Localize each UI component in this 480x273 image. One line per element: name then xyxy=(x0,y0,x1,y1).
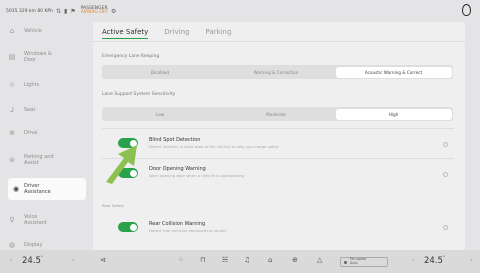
settings-panel: Active Safety Driving Parking Emergency … xyxy=(93,22,465,250)
display-icon: ◍ xyxy=(8,241,16,249)
music-icon[interactable]: ♫ xyxy=(244,256,250,264)
status-bar: 5035 329 km 80 KPh ⇅ ▮ ⚑ PASSENGER AIRBA… xyxy=(0,0,480,22)
network-icon: ⇅ xyxy=(56,7,62,15)
sidebar-item-vehicle[interactable]: ⌂ Vehicle xyxy=(0,26,88,36)
apps-icon[interactable]: ⁘ xyxy=(178,256,184,264)
rear-collision-title: Rear Collision Warning xyxy=(149,221,206,227)
steering-icon: ⊕ xyxy=(9,129,15,137)
airbag-notice: PASSENGER AIRBAG OFF xyxy=(80,6,108,15)
sidebar-item-seat[interactable]: ⅃ Seat xyxy=(0,105,88,115)
settings-icon[interactable]: ⚙ xyxy=(111,8,116,15)
info-icon[interactable] xyxy=(443,225,448,230)
left-temperature[interactable]: 24.5° xyxy=(22,255,43,266)
voice-icon: ♀ xyxy=(9,216,15,224)
sidebar-item-windows-door[interactable]: ▤ Windows & Door xyxy=(0,50,88,64)
sidebar-item-driver-assistance[interactable]: ◉ Driver Assistance xyxy=(8,178,86,200)
sidebar-item-voice-assistant[interactable]: ♀ Voice Assistant xyxy=(0,212,88,228)
sensitivity-option-low[interactable]: Low xyxy=(102,107,218,121)
chevron-left-icon[interactable]: ‹ xyxy=(10,257,12,264)
fan-speed-control[interactable]: Fan speed Auto xyxy=(340,257,388,267)
window-icon: ▤ xyxy=(8,53,16,61)
lane-keeping-option-warning-correction[interactable]: Warning & Correction xyxy=(218,65,334,79)
navigation-icon[interactable]: △ xyxy=(317,256,322,264)
blind-spot-row: Blind Spot Detection Detect vehicles in … xyxy=(102,132,454,156)
sidebar-item-display[interactable]: ◍ Display xyxy=(0,240,88,250)
sidebar-item-parking-assist[interactable]: ⊜ Parking and Assist xyxy=(0,152,88,168)
door-opening-title: Door Opening Warning xyxy=(149,166,206,172)
camera-icon[interactable]: ⊕ xyxy=(292,256,298,264)
lane-keeping-option-acoustic[interactable]: Acoustic Warning & Correct xyxy=(335,66,452,78)
door-opening-row: Door Opening Warning Warn opening door w… xyxy=(102,161,454,185)
sidebar-item-lights[interactable]: ☼ Lights xyxy=(0,80,88,90)
lane-keeping-selector: Disabled Warning & Correction Acoustic W… xyxy=(102,65,453,79)
lane-keeping-label: Emergency Lane Keeping xyxy=(102,54,160,59)
info-icon[interactable] xyxy=(443,172,448,177)
row-divider xyxy=(102,158,454,159)
tab-bar: Active Safety Driving Parking xyxy=(102,28,231,39)
section-divider xyxy=(102,128,454,129)
bottom-dock: ‹ 24.5° › ⊲ ⁘ ⊓ ☵ ♫ ⌂ ⊕ △ ‹ 24.5° › xyxy=(0,250,480,273)
highlight-arrow xyxy=(106,145,137,184)
toggle-knob xyxy=(129,223,137,231)
rear-collision-subtitle: Detect rear vehicles approaching rapidly xyxy=(149,228,227,233)
blind-spot-title: Blind Spot Detection xyxy=(149,137,201,143)
home-icon[interactable]: ⌂ xyxy=(268,256,272,264)
fan-speed-value: Auto xyxy=(350,261,358,265)
chevron-right-icon[interactable]: › xyxy=(72,257,74,264)
climate-icon[interactable]: ☵ xyxy=(222,256,228,264)
seat-heat-icon[interactable]: ⊲ xyxy=(100,256,106,264)
sensitivity-option-moderate[interactable]: Moderate xyxy=(218,107,334,121)
fan-icon xyxy=(344,260,347,264)
rear-collision-toggle[interactable] xyxy=(118,222,138,232)
tab-driving[interactable]: Driving xyxy=(164,28,189,39)
sensitivity-selector: Low Moderate High xyxy=(102,107,453,121)
blind-spot-subtitle: Detect vehicles in blind area of the veh… xyxy=(149,144,279,149)
sidebar-item-drive[interactable]: ⊕ Drive xyxy=(0,128,88,138)
warning-light-icon: ⚑ xyxy=(70,7,76,15)
tab-active-safety[interactable]: Active Safety xyxy=(102,28,149,39)
profile-icon[interactable] xyxy=(462,4,471,16)
car-icon: ⌂ xyxy=(9,27,15,35)
chevron-right-icon[interactable]: › xyxy=(470,257,472,264)
info-icon[interactable] xyxy=(443,142,448,147)
screen: 5035 329 km 80 KPh ⇅ ▮ ⚑ PASSENGER AIRBA… xyxy=(0,0,480,273)
right-temperature[interactable]: 24.5° xyxy=(424,255,445,266)
tab-divider xyxy=(93,41,465,42)
door-opening-subtitle: Warn opening door when a vehicle is appr… xyxy=(149,173,244,178)
rear-safety-label: Rear Safety xyxy=(102,203,125,208)
car-icon[interactable]: ⊓ xyxy=(200,256,205,264)
sensitivity-option-high[interactable]: High xyxy=(335,108,452,120)
status-info-text: 5035 329 km 80 KPh xyxy=(6,8,53,14)
chevron-left-icon[interactable]: ‹ xyxy=(412,257,414,264)
settings-sidebar: ⌂ Vehicle ▤ Windows & Door ☼ Lights ⅃ Se… xyxy=(0,22,88,250)
rear-collision-row: Rear Collision Warning Detect rear vehic… xyxy=(102,217,454,241)
driver-assist-icon: ◉ xyxy=(12,185,20,193)
light-icon: ☼ xyxy=(8,81,16,89)
seat-icon: ⅃ xyxy=(10,106,14,114)
lane-keeping-option-disabled[interactable]: Disabled xyxy=(102,65,218,79)
parking-assist-icon: ⊜ xyxy=(9,156,15,164)
signal-icon: ▮ xyxy=(64,7,68,15)
sensitivity-label: Lane Support System Sensitivity xyxy=(102,92,176,97)
tab-parking[interactable]: Parking xyxy=(205,28,231,39)
